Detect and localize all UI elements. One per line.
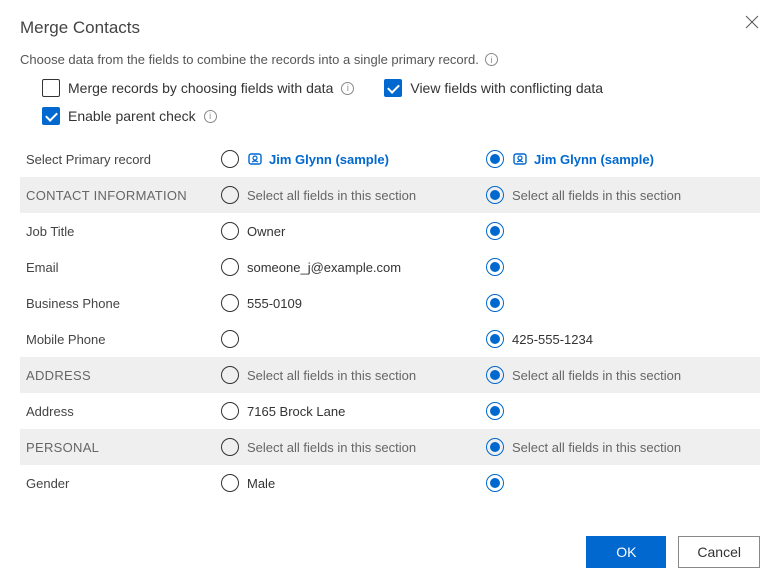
field-label: Job Title bbox=[20, 213, 215, 249]
field-radio[interactable] bbox=[221, 294, 239, 312]
field-radio[interactable] bbox=[221, 330, 239, 348]
enable-parent-checkbox[interactable] bbox=[42, 107, 60, 125]
section-select-radio[interactable] bbox=[486, 438, 504, 456]
section-select-1: Select all fields in this section bbox=[480, 429, 760, 465]
cancel-button[interactable]: Cancel bbox=[678, 536, 760, 568]
section-select-radio[interactable] bbox=[221, 186, 239, 204]
section-select-label: Select all fields in this section bbox=[512, 440, 681, 455]
section-select-radio[interactable] bbox=[221, 366, 239, 384]
field-value: 425-555-1234 bbox=[512, 332, 593, 347]
options-row-2: Enable parent check i bbox=[42, 107, 760, 125]
field-radio[interactable] bbox=[221, 258, 239, 276]
dialog-footer: OK Cancel bbox=[20, 522, 760, 568]
field-label: Business Phone bbox=[20, 285, 215, 321]
field-radio[interactable] bbox=[221, 222, 239, 240]
field-radio[interactable] bbox=[486, 330, 504, 348]
field-value-0: Owner bbox=[215, 213, 480, 249]
primary-record-radio-1[interactable] bbox=[486, 150, 504, 168]
ok-button[interactable]: OK bbox=[586, 536, 666, 568]
field-radio[interactable] bbox=[486, 222, 504, 240]
field-radio[interactable] bbox=[221, 474, 239, 492]
contact-icon bbox=[512, 151, 528, 167]
primary-record-1: Jim Glynn (sample) bbox=[480, 141, 760, 177]
field-radio[interactable] bbox=[486, 402, 504, 420]
field-radio[interactable] bbox=[221, 402, 239, 420]
field-value-0: Male bbox=[215, 465, 480, 501]
dialog-title: Merge Contacts bbox=[20, 18, 760, 38]
field-radio[interactable] bbox=[486, 294, 504, 312]
section-select-label: Select all fields in this section bbox=[512, 188, 681, 203]
field-value-1 bbox=[480, 249, 760, 285]
field-value-0: someone_j@example.com bbox=[215, 249, 480, 285]
dialog-subtitle: Choose data from the fields to combine t… bbox=[20, 52, 760, 67]
primary-record-0: Jim Glynn (sample) bbox=[215, 141, 480, 177]
field-value: 7165 Brock Lane bbox=[247, 404, 345, 419]
fields-scroll-area[interactable]: Select Primary record Jim Glynn (sample) bbox=[20, 141, 766, 522]
section-select-0: Select all fields in this section bbox=[215, 429, 480, 465]
primary-record-link-1[interactable]: Jim Glynn (sample) bbox=[512, 151, 654, 167]
field-label: Gender bbox=[20, 465, 215, 501]
info-icon[interactable]: i bbox=[485, 53, 498, 66]
section-name: ADDRESS bbox=[20, 357, 215, 393]
merge-by-fields-checkbox[interactable] bbox=[42, 79, 60, 97]
field-radio[interactable] bbox=[486, 474, 504, 492]
field-label: Address bbox=[20, 393, 215, 429]
select-primary-label: Select Primary record bbox=[20, 141, 215, 177]
section-select-radio[interactable] bbox=[486, 186, 504, 204]
field-value-0: 7165 Brock Lane bbox=[215, 393, 480, 429]
section-select-label: Select all fields in this section bbox=[247, 440, 416, 455]
field-value-1 bbox=[480, 465, 760, 501]
view-conflicting-checkbox[interactable] bbox=[384, 79, 402, 97]
field-radio[interactable] bbox=[486, 258, 504, 276]
section-select-label: Select all fields in this section bbox=[247, 368, 416, 383]
field-value-1 bbox=[480, 213, 760, 249]
section-select-1: Select all fields in this section bbox=[480, 177, 760, 213]
section-select-0: Select all fields in this section bbox=[215, 357, 480, 393]
info-icon[interactable]: i bbox=[341, 82, 354, 95]
field-value-0: 555-0109 bbox=[215, 285, 480, 321]
field-value-1 bbox=[480, 285, 760, 321]
options-row-1: Merge records by choosing fields with da… bbox=[42, 79, 760, 97]
section-select-0: Select all fields in this section bbox=[215, 177, 480, 213]
field-value: Male bbox=[247, 476, 275, 491]
primary-record-radio-0[interactable] bbox=[221, 150, 239, 168]
primary-record-link-0[interactable]: Jim Glynn (sample) bbox=[247, 151, 389, 167]
field-value: Owner bbox=[247, 224, 285, 239]
merge-by-fields-option: Merge records by choosing fields with da… bbox=[42, 79, 354, 97]
close-icon bbox=[745, 15, 759, 29]
field-value-1: 425-555-1234 bbox=[480, 321, 760, 357]
section-select-radio[interactable] bbox=[221, 438, 239, 456]
field-value-0 bbox=[215, 321, 480, 357]
field-value: someone_j@example.com bbox=[247, 260, 401, 275]
contact-icon bbox=[247, 151, 263, 167]
section-name: PERSONAL bbox=[20, 429, 215, 465]
section-select-radio[interactable] bbox=[486, 366, 504, 384]
info-icon[interactable]: i bbox=[204, 110, 217, 123]
enable-parent-option: Enable parent check i bbox=[42, 107, 217, 125]
section-select-label: Select all fields in this section bbox=[512, 368, 681, 383]
field-value-1 bbox=[480, 393, 760, 429]
field-label: Email bbox=[20, 249, 215, 285]
field-label: Mobile Phone bbox=[20, 321, 215, 357]
field-value: 555-0109 bbox=[247, 296, 302, 311]
section-name: CONTACT INFORMATION bbox=[20, 177, 215, 213]
section-select-1: Select all fields in this section bbox=[480, 357, 760, 393]
view-conflicting-option: View fields with conflicting data bbox=[384, 79, 603, 97]
section-select-label: Select all fields in this section bbox=[247, 188, 416, 203]
close-button[interactable] bbox=[742, 12, 762, 32]
merge-contacts-dialog: Merge Contacts Choose data from the fiel… bbox=[0, 0, 780, 586]
